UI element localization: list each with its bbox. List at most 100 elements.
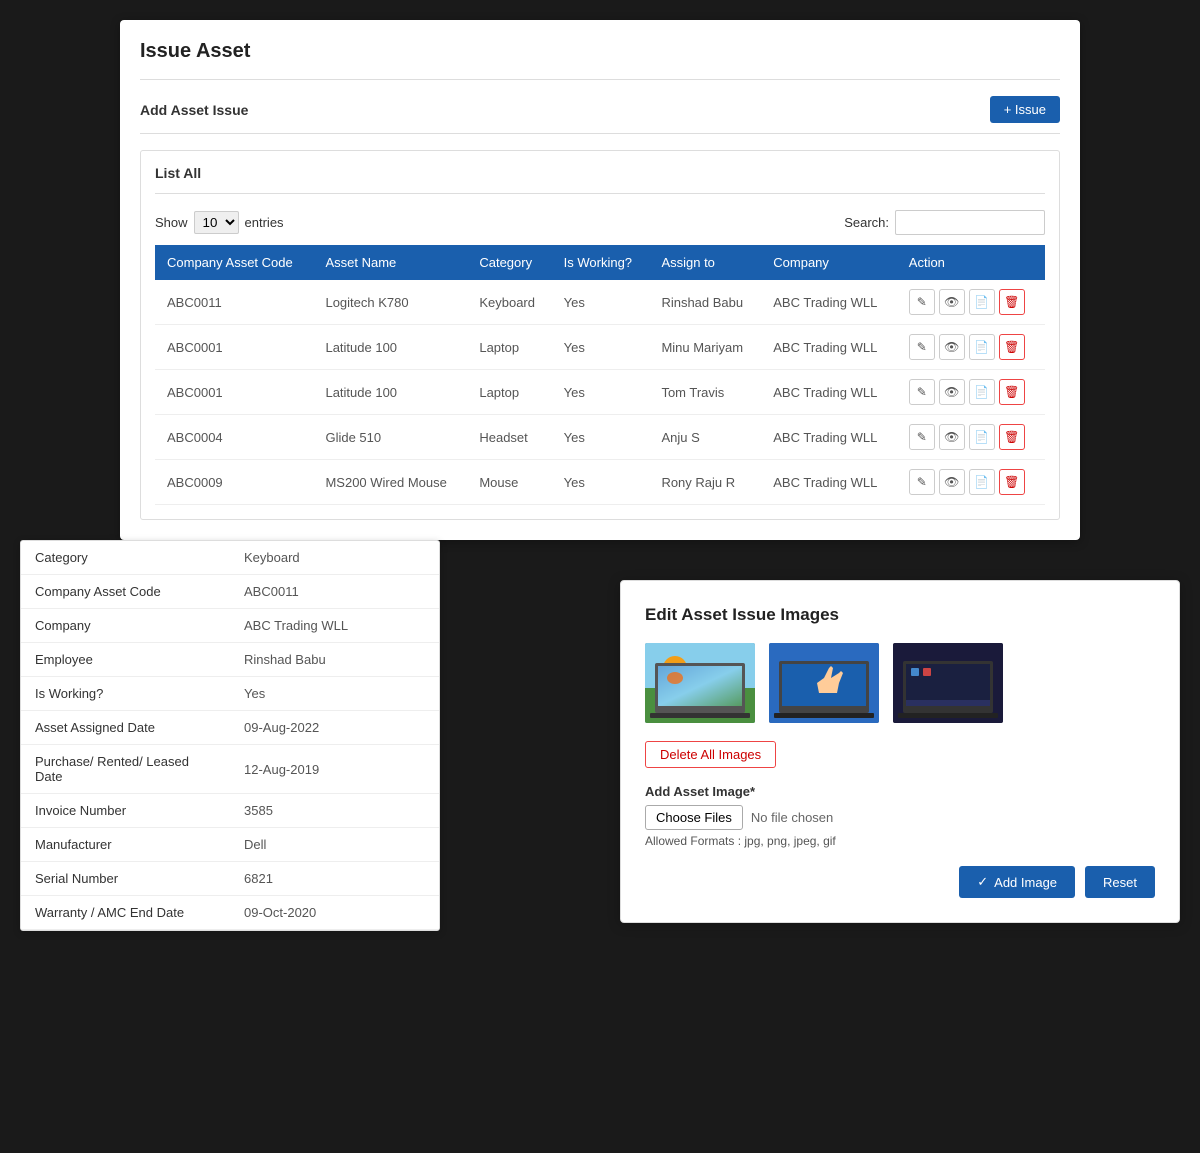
entries-select[interactable]: 10 25 50 [194,211,239,234]
modal-title: Edit Asset Issue Images [645,605,1155,625]
detail-row: Warranty / AMC End Date 09-Oct-2020 [21,896,439,930]
choose-files-button[interactable]: Choose Files [645,805,743,830]
search-bar: Search: [844,210,1045,235]
detail-value: Yes [230,677,439,711]
detail-value: Rinshad Babu [230,643,439,677]
add-issue-button[interactable]: + Issue [990,96,1060,123]
detail-label: Asset Assigned Date [21,711,230,745]
detail-row: Serial Number 6821 [21,862,439,896]
detail-row: Purchase/ Rented/ Leased Date 12-Aug-201… [21,745,439,794]
detail-label: Invoice Number [21,794,230,828]
detail-panel: Category Keyboard Company Asset Code ABC… [20,540,440,931]
edit-button[interactable]: ✎ [909,289,935,315]
cell-name: Latitude 100 [313,370,467,415]
cell-company: ABC Trading WLL [761,370,897,415]
cell-category: Laptop [467,370,551,415]
view-button[interactable]: 👁 [939,379,965,405]
asset-image-2 [769,643,879,723]
cell-working: Yes [552,280,650,325]
show-entries-control: Show 10 25 50 entries [155,211,284,234]
delete-button[interactable]: 🗑 [999,289,1025,315]
edit-button[interactable]: ✎ [909,334,935,360]
main-window: Issue Asset Add Asset Issue + Issue List… [120,20,1080,540]
table-row: ABC0009 MS200 Wired Mouse Mouse Yes Rony… [155,460,1045,505]
cell-working: Yes [552,370,650,415]
cell-assign: Rony Raju R [649,460,761,505]
cell-assign: Rinshad Babu [649,280,761,325]
detail-value: Dell [230,828,439,862]
cell-action: ✎ 👁 📄 🗑 [897,280,1045,325]
asset-image-3 [893,643,1003,723]
table-header-row: Company Asset Code Asset Name Category I… [155,245,1045,280]
assets-table: Company Asset Code Asset Name Category I… [155,245,1045,505]
modal-footer: ✓ Add Image Reset [645,866,1155,898]
cell-action: ✎ 👁 📄 🗑 [897,325,1045,370]
copy-button[interactable]: 📄 [969,379,995,405]
detail-value: ABC0011 [230,575,439,609]
add-image-button[interactable]: ✓ Add Image [959,866,1075,898]
detail-label: Warranty / AMC End Date [21,896,230,930]
delete-button[interactable]: 🗑 [999,334,1025,360]
cell-category: Mouse [467,460,551,505]
detail-label: Serial Number [21,862,230,896]
detail-row: Asset Assigned Date 09-Aug-2022 [21,711,439,745]
cell-assign: Minu Mariyam [649,325,761,370]
list-title: List All [155,165,1045,181]
detail-label: Manufacturer [21,828,230,862]
col-action: Action [897,245,1045,280]
edit-button[interactable]: ✎ [909,379,935,405]
add-asset-issue-label: Add Asset Issue [140,102,248,118]
detail-label: Company [21,609,230,643]
copy-button[interactable]: 📄 [969,424,995,450]
delete-button[interactable]: 🗑 [999,469,1025,495]
edit-modal: Edit Asset Issue Images [620,580,1180,923]
copy-button[interactable]: 📄 [969,469,995,495]
cell-company: ABC Trading WLL [761,460,897,505]
cell-working: Yes [552,325,650,370]
cell-category: Laptop [467,325,551,370]
edit-button[interactable]: ✎ [909,424,935,450]
cell-assign: Tom Travis [649,370,761,415]
detail-label: Employee [21,643,230,677]
reset-button[interactable]: Reset [1085,866,1155,898]
view-button[interactable]: 👁 [939,469,965,495]
table-row: ABC0001 Latitude 100 Laptop Yes Minu Mar… [155,325,1045,370]
detail-label: Company Asset Code [21,575,230,609]
cell-code: ABC0001 [155,325,313,370]
search-input[interactable] [895,210,1045,235]
view-button[interactable]: 👁 [939,424,965,450]
table-controls: Show 10 25 50 entries Search: [155,210,1045,235]
copy-button[interactable]: 📄 [969,334,995,360]
checkmark-icon: ✓ [977,874,988,890]
cell-working: Yes [552,415,650,460]
cell-action: ✎ 👁 📄 🗑 [897,460,1045,505]
detail-label: Is Working? [21,677,230,711]
detail-value: 3585 [230,794,439,828]
entries-label: entries [245,215,284,230]
delete-all-button[interactable]: Delete All Images [645,741,776,768]
view-button[interactable]: 👁 [939,334,965,360]
cell-code: ABC0011 [155,280,313,325]
copy-button[interactable]: 📄 [969,289,995,315]
edit-button[interactable]: ✎ [909,469,935,495]
cell-category: Headset [467,415,551,460]
detail-row: Invoice Number 3585 [21,794,439,828]
table-row: ABC0011 Logitech K780 Keyboard Yes Rinsh… [155,280,1045,325]
cell-category: Keyboard [467,280,551,325]
cell-name: Latitude 100 [313,325,467,370]
view-button[interactable]: 👁 [939,289,965,315]
cell-name: MS200 Wired Mouse [313,460,467,505]
detail-label: Purchase/ Rented/ Leased Date [21,745,230,794]
detail-value: 12-Aug-2019 [230,745,439,794]
delete-button[interactable]: 🗑 [999,379,1025,405]
detail-value: 09-Aug-2022 [230,711,439,745]
cell-company: ABC Trading WLL [761,280,897,325]
asset-image-1 [645,643,755,723]
detail-row: Category Keyboard [21,541,439,575]
detail-row: Company Asset Code ABC0011 [21,575,439,609]
delete-button[interactable]: 🗑 [999,424,1025,450]
cell-code: ABC0009 [155,460,313,505]
detail-info-table: Category Keyboard Company Asset Code ABC… [21,541,439,930]
detail-value: 6821 [230,862,439,896]
col-category: Category [467,245,551,280]
